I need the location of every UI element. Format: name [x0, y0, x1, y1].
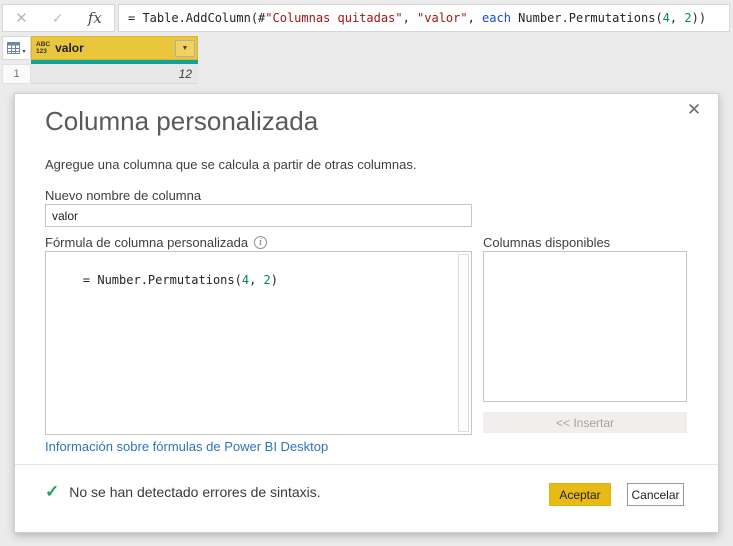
- column-filter-button[interactable]: ▼: [175, 39, 195, 57]
- accept-button[interactable]: Aceptar: [549, 483, 611, 506]
- custom-column-dialog: ✕ Columna personalizada Agregue una colu…: [14, 93, 719, 533]
- dialog-footer-buttons: Aceptar Cancelar: [549, 483, 684, 506]
- table-select-all-button[interactable]: ▾: [2, 36, 31, 60]
- column-header-label: valor: [55, 41, 84, 55]
- commit-formula-icon[interactable]: ✓: [52, 10, 64, 27]
- cancel-formula-icon[interactable]: ✕: [15, 9, 28, 27]
- info-icon[interactable]: i: [254, 236, 268, 249]
- syntax-ok-check-icon: ✓: [45, 482, 60, 501]
- footer-divider: [15, 464, 718, 465]
- fx-icon[interactable]: fx: [88, 9, 102, 27]
- column-type-any-icon[interactable]: ABC 123: [36, 41, 50, 55]
- formula-bar-actions: ✕ ✓ fx: [2, 4, 115, 32]
- column-header-valor[interactable]: ABC 123 valor ▼: [31, 36, 198, 60]
- dropdown-arrow-icon: ▼: [181, 44, 189, 52]
- table-icon: [7, 42, 21, 54]
- dialog-title: Columna personalizada: [45, 106, 319, 136]
- new-column-name-input[interactable]: [45, 204, 472, 227]
- formula-editor-scrollbar[interactable]: [458, 254, 469, 432]
- row-number-cell[interactable]: 1: [2, 64, 31, 84]
- custom-formula-label: Fórmula de columna personalizada i: [45, 235, 268, 250]
- close-icon[interactable]: ✕: [683, 99, 705, 121]
- new-column-name-label: Nuevo nombre de columna: [45, 188, 202, 203]
- insert-button[interactable]: << Insertar: [483, 412, 687, 433]
- dialog-subtitle: Agregue una columna que se calcula a par…: [45, 157, 417, 172]
- cancel-button[interactable]: Cancelar: [627, 483, 684, 506]
- formula-help-link[interactable]: Información sobre fórmulas de Power BI D…: [45, 439, 328, 454]
- formula-bar-input[interactable]: = Table.AddColumn(# "Columnas quitadas", …: [118, 4, 730, 32]
- custom-formula-editor[interactable]: = Number.Permutations(4, 2): [45, 251, 472, 435]
- table-menu-caret-icon: ▾: [22, 48, 26, 55]
- syntax-status-text: No se han detectado errores de sintaxis.: [69, 484, 321, 500]
- available-columns-listbox[interactable]: [483, 251, 687, 402]
- syntax-status: ✓ No se han detectado errores de sintaxi…: [45, 482, 321, 502]
- available-columns-label: Columnas disponibles: [483, 235, 611, 250]
- table-cell-value[interactable]: 12: [31, 64, 198, 84]
